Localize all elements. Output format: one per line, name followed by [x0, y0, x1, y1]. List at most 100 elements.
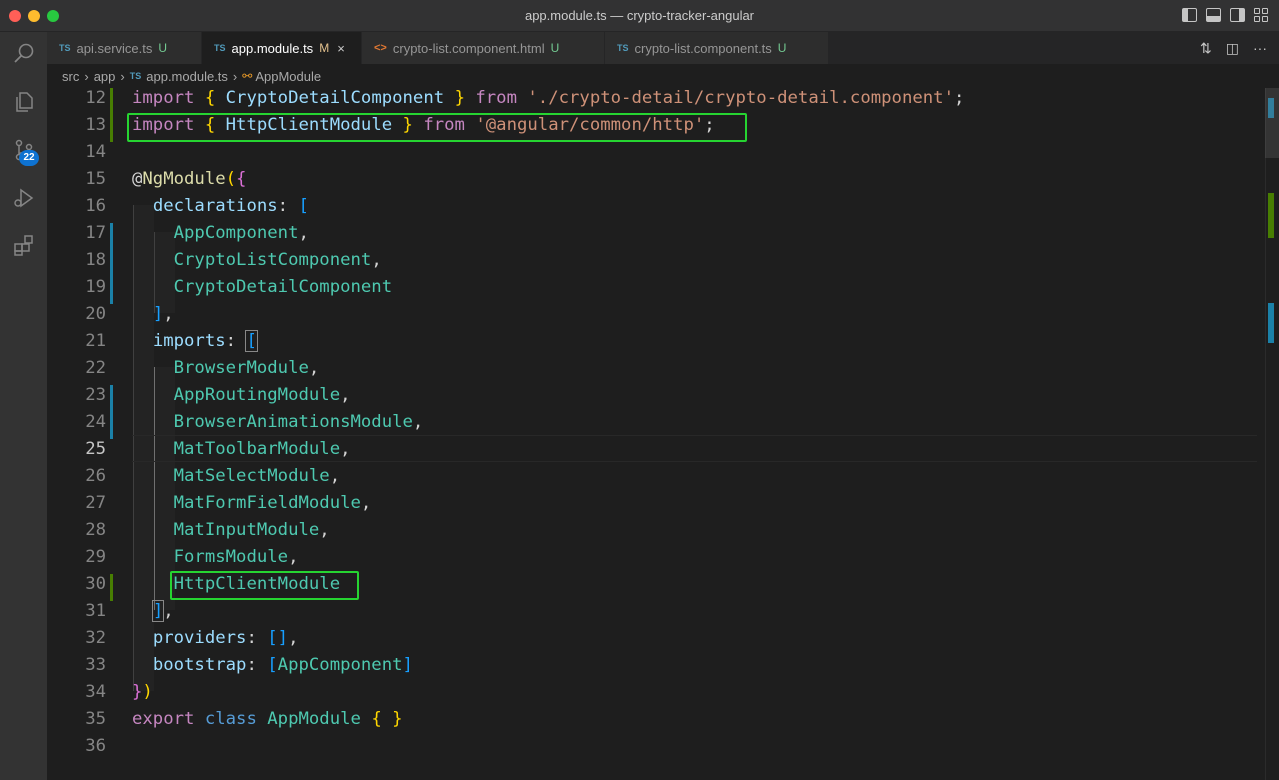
line-number: 16	[85, 196, 106, 216]
line-content: imports: [	[152, 330, 258, 352]
activity-bar: 22	[0, 32, 47, 780]
split-editor-icon[interactable]: ◫	[1226, 40, 1239, 57]
line-number: 36	[85, 736, 106, 756]
customize-layout-icon[interactable]	[1254, 8, 1269, 22]
line-content: MatInputModule,	[173, 520, 330, 540]
line-content: BrowserAnimationsModule,	[173, 412, 424, 432]
line-number: 21	[85, 331, 106, 351]
code-line: 17 AppComponent,	[47, 220, 1257, 247]
search-icon[interactable]	[0, 34, 47, 74]
untracked-badge: U	[777, 41, 787, 55]
line-number: 29	[85, 547, 106, 567]
line-number: 33	[85, 655, 106, 675]
module-symbol-icon: ⚯	[242, 69, 253, 83]
line-number: 27	[85, 493, 106, 513]
code-line: 18 CryptoListComponent,	[47, 247, 1257, 274]
line-number: 15	[85, 169, 106, 189]
close-tab-icon[interactable]: ×	[337, 41, 345, 56]
ruler-mark	[1268, 193, 1274, 238]
typescript-icon: TS	[59, 43, 71, 53]
modified-badge: M	[319, 41, 330, 55]
line-content: @NgModule({	[132, 169, 247, 189]
chevron-right-icon: ›	[232, 68, 238, 84]
line-content: CryptoDetailComponent	[173, 277, 393, 297]
line-number: 30	[85, 574, 106, 594]
extensions-icon[interactable]	[0, 226, 47, 266]
code-line: 16 declarations: [	[47, 193, 1257, 220]
compare-icon[interactable]: ⇅	[1200, 40, 1212, 57]
breadcrumb-file[interactable]: app.module.ts	[146, 69, 228, 84]
files-icon[interactable]	[0, 82, 47, 122]
code-line: 20 ],	[47, 301, 1257, 328]
typescript-icon: TS	[214, 43, 226, 53]
chevron-right-icon: ›	[84, 68, 89, 84]
line-content: })	[132, 682, 153, 702]
line-content: CryptoListComponent,	[173, 250, 382, 270]
tab-api-service[interactable]: TS api.service.ts U	[47, 32, 202, 64]
breadcrumb-symbol[interactable]: AppModule	[255, 69, 321, 84]
chevron-right-icon: ›	[120, 68, 125, 84]
line-content: export class AppModule { }	[132, 709, 403, 729]
line-number: 14	[85, 142, 106, 162]
breadcrumb: src › app › TS app.module.ts › ⚯ AppModu…	[47, 64, 1279, 88]
line-number: 31	[85, 601, 106, 621]
tab-label: crypto-list.component.ts	[634, 40, 772, 56]
tab-app-module[interactable]: TS app.module.ts M ×	[202, 32, 362, 64]
untracked-badge: U	[158, 41, 168, 55]
line-number: 24	[85, 412, 106, 432]
line-content: BrowserModule,	[173, 358, 320, 378]
highlight-box-httpclient	[170, 571, 359, 600]
line-number: 18	[85, 250, 106, 270]
code-line: 15 @NgModule({	[47, 166, 1257, 193]
line-content: providers: [],	[152, 628, 299, 648]
code-line: 22 BrowserModule,	[47, 355, 1257, 382]
toggle-panel-icon[interactable]	[1206, 8, 1221, 22]
code-line: 21 imports: [	[47, 328, 1257, 355]
line-number: 19	[85, 277, 106, 297]
run-debug-icon[interactable]	[0, 178, 47, 218]
editor-tabs: TS api.service.ts U TS app.module.ts M ×…	[47, 32, 1279, 64]
code-line: 35 export class AppModule { }	[47, 706, 1257, 733]
line-content: MatSelectModule,	[173, 466, 341, 486]
line-number: 17	[85, 223, 106, 243]
line-number: 23	[85, 385, 106, 405]
window-title: app.module.ts — crypto-tracker-angular	[524, 8, 755, 23]
toggle-primary-sidebar-icon[interactable]	[1182, 8, 1197, 22]
toggle-secondary-sidebar-icon[interactable]	[1230, 8, 1245, 22]
line-content: AppComponent,	[173, 223, 309, 243]
line-content: MatToolbarModule,	[173, 439, 351, 459]
line-number: 26	[85, 466, 106, 486]
source-control-badge: 22	[19, 150, 39, 166]
line-number: 35	[85, 709, 106, 729]
tab-crypto-list-ts[interactable]: TS crypto-list.component.ts U	[605, 32, 829, 64]
typescript-icon: TS	[617, 43, 629, 53]
code-editor[interactable]: 12 import { CryptoDetailComponent } from…	[47, 88, 1279, 780]
tab-label: crypto-list.component.html	[392, 40, 545, 56]
line-content: AppRoutingModule,	[173, 385, 351, 405]
line-number: 12	[85, 88, 106, 108]
code-line: 14	[47, 139, 1257, 166]
tab-crypto-list-html[interactable]: <> crypto-list.component.html U	[362, 32, 605, 64]
overview-ruler[interactable]	[1265, 88, 1279, 780]
code-line: 31 ],	[47, 598, 1257, 625]
line-number: 34	[85, 682, 106, 702]
code-line: 34 })	[47, 679, 1257, 706]
more-icon[interactable]: ···	[1253, 40, 1267, 57]
breadcrumb-src[interactable]: src	[62, 69, 79, 84]
line-content: FormsModule,	[173, 547, 299, 567]
line-number: 32	[85, 628, 106, 648]
line-content: ],	[151, 600, 174, 622]
vertical-scrollbar-thumb[interactable]	[1265, 88, 1279, 158]
line-content: bootstrap: [AppComponent]	[152, 655, 413, 675]
line-content: MatFormFieldModule,	[173, 493, 372, 513]
breadcrumb-app[interactable]: app	[94, 69, 116, 84]
typescript-icon: TS	[129, 71, 142, 81]
untracked-badge: U	[550, 41, 560, 55]
ruler-mark	[1268, 303, 1274, 343]
line-content: ],	[152, 304, 174, 324]
code-line: 33 bootstrap: [AppComponent]	[47, 652, 1257, 679]
code-line: 24 BrowserAnimationsModule,	[47, 409, 1257, 436]
line-number: 25	[85, 439, 106, 459]
line-number: 20	[85, 304, 106, 324]
line-content: declarations: [	[152, 196, 309, 216]
